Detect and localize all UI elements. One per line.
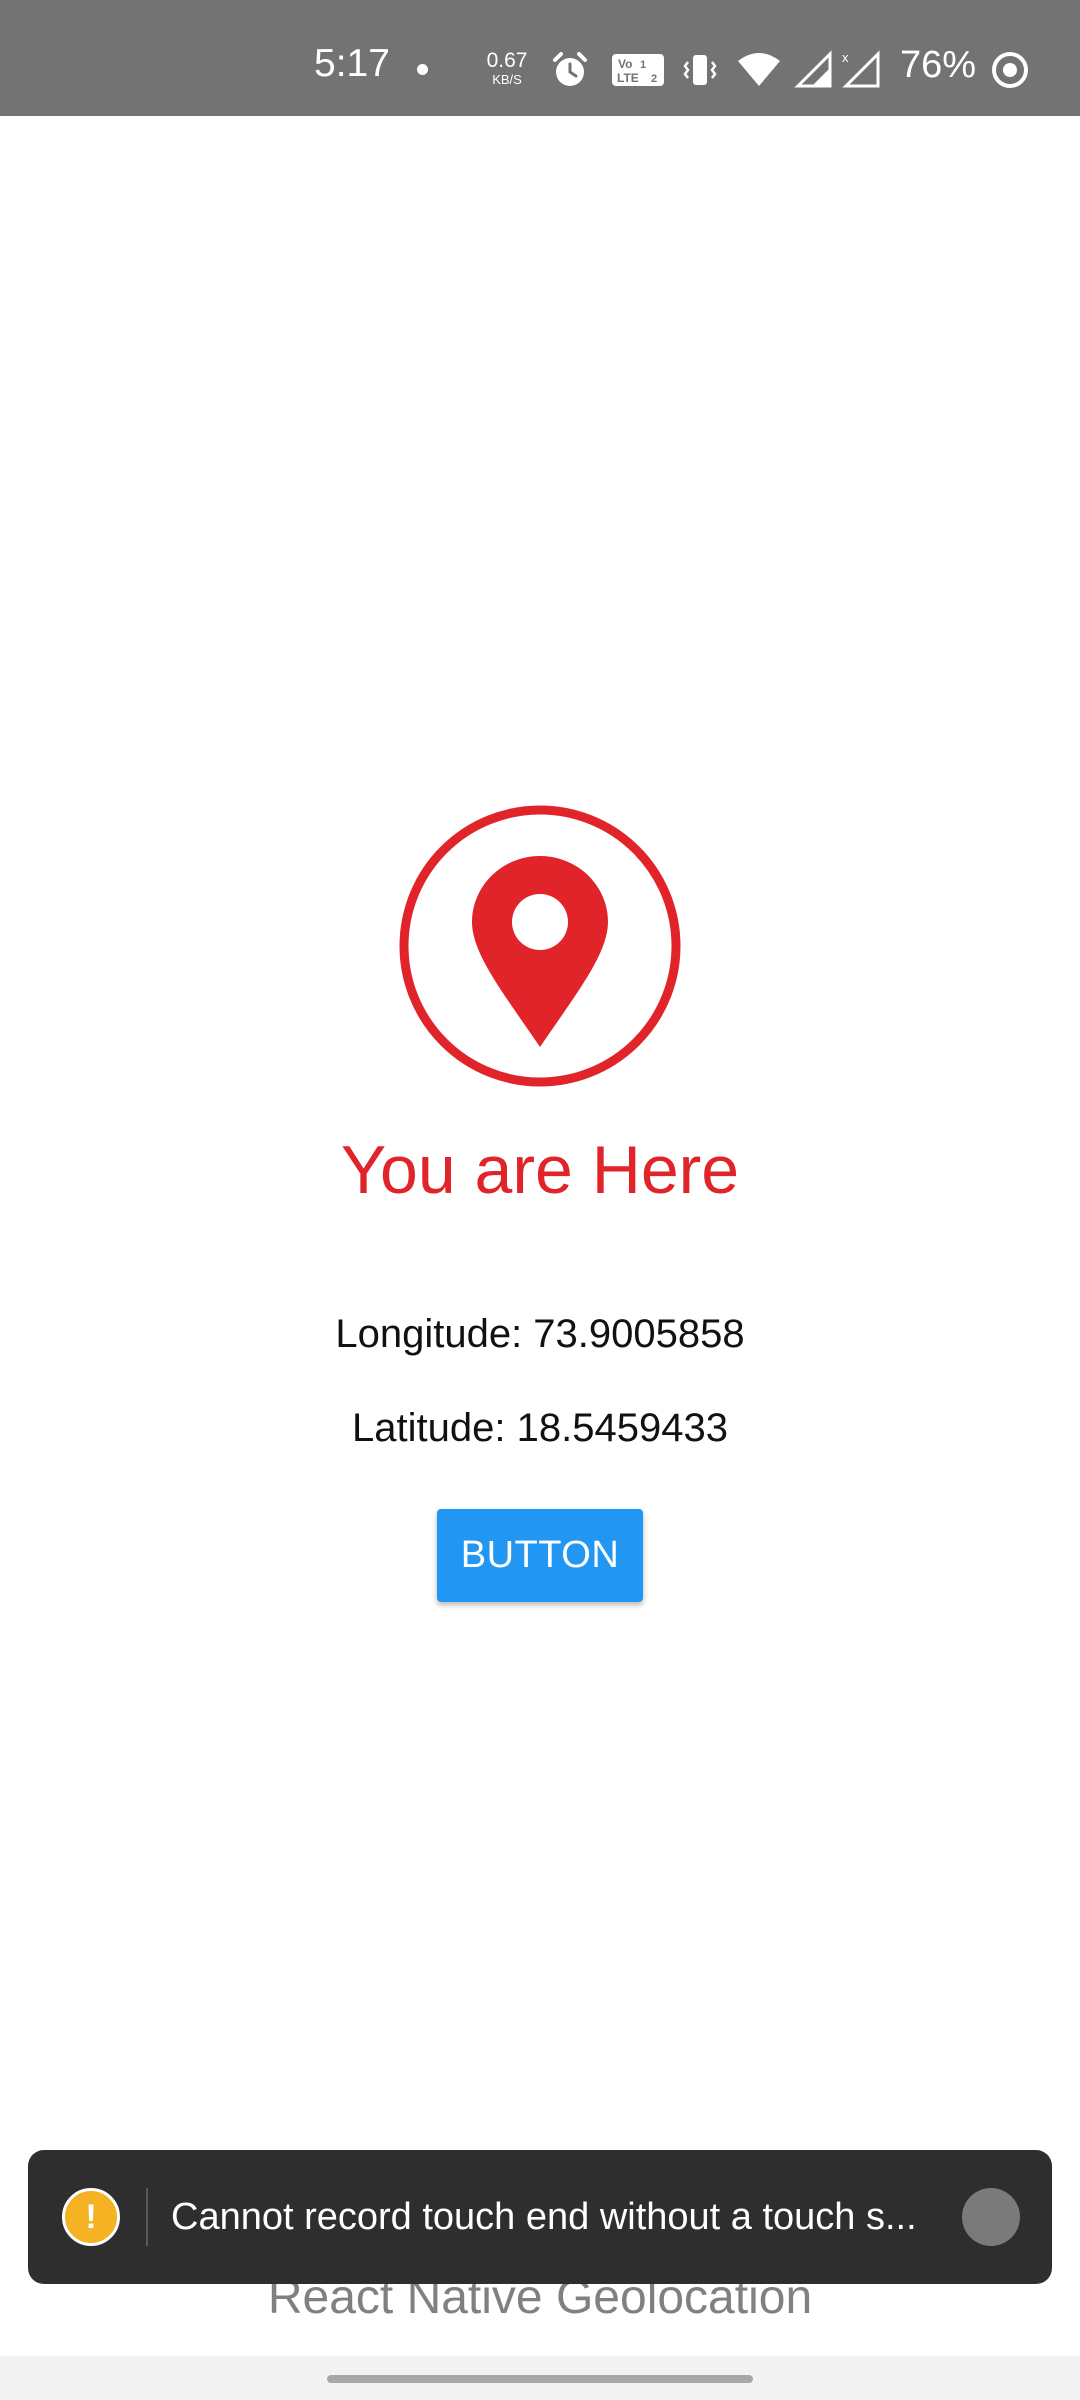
svg-text:LTE: LTE bbox=[617, 71, 639, 85]
status-time: 5:17 bbox=[314, 42, 390, 85]
alarm-icon bbox=[553, 52, 587, 86]
signal-icon bbox=[794, 50, 832, 88]
toast-divider bbox=[146, 2188, 148, 2246]
notification-dot-icon bbox=[417, 64, 428, 75]
gesture-handle[interactable] bbox=[327, 2375, 753, 2383]
dismiss-button[interactable] bbox=[962, 2188, 1020, 2246]
network-speed-value: 0.67 bbox=[486, 49, 528, 72]
svg-text:Vo: Vo bbox=[618, 57, 632, 71]
volte-icon: Vo 1 LTE 2 bbox=[612, 54, 664, 86]
svg-text:x: x bbox=[842, 50, 849, 65]
signal-no-data-icon: x bbox=[842, 50, 880, 88]
headline: You are Here bbox=[340, 1132, 740, 1208]
location-pin-icon bbox=[399, 805, 681, 1087]
warning-icon: ! bbox=[62, 2188, 120, 2246]
network-speed: 0.67 KB/S bbox=[482, 50, 532, 86]
battery-saver-icon bbox=[992, 52, 1028, 88]
navigation-bar bbox=[0, 2356, 1080, 2400]
wifi-icon bbox=[738, 53, 780, 86]
warning-message: Cannot record touch end without a touch … bbox=[171, 2198, 917, 2236]
get-location-button[interactable]: BUTTON bbox=[437, 1509, 643, 1602]
svg-text:1: 1 bbox=[640, 59, 646, 71]
status-bar: 5:17 0.67 KB/S Vo 1 LTE 2 x 76% bbox=[0, 0, 1080, 116]
vibrate-icon bbox=[683, 55, 717, 85]
svg-text:2: 2 bbox=[651, 73, 657, 85]
battery-percent: 76% bbox=[900, 44, 977, 86]
warning-toast[interactable]: ! Cannot record touch end without a touc… bbox=[28, 2150, 1052, 2284]
network-speed-unit: KB/S bbox=[492, 72, 522, 87]
longitude-text: Longitude: 73.9005858 bbox=[335, 1312, 745, 1356]
latitude-text: Latitude: 18.5459433 bbox=[352, 1406, 728, 1450]
